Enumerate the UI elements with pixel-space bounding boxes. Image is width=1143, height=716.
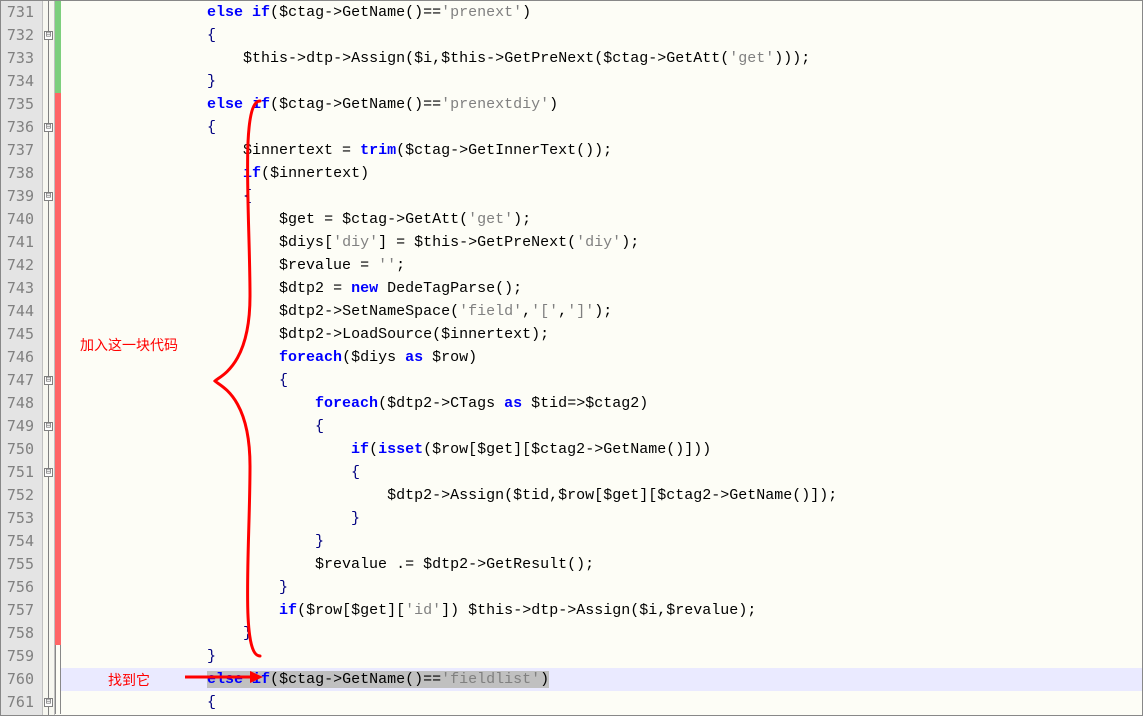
code-line[interactable]: {	[61, 461, 1142, 484]
code-line[interactable]: else if($ctag->GetName()=='fieldlist')	[61, 668, 1142, 691]
line-number: 760	[1, 668, 34, 691]
code-line[interactable]: }	[61, 645, 1142, 668]
line-number: 757	[1, 599, 34, 622]
code-area[interactable]: else if($ctag->GetName()=='prenext') { $…	[61, 1, 1142, 715]
line-number: 731	[1, 1, 34, 24]
fold-toggle-icon[interactable]: ⊟	[44, 376, 53, 385]
code-line[interactable]: else if($ctag->GetName()=='prenextdiy')	[61, 93, 1142, 116]
line-number: 750	[1, 438, 34, 461]
code-editor[interactable]: 7317327337347357367377387397407417427437…	[0, 0, 1143, 716]
line-number: 743	[1, 277, 34, 300]
line-number: 732	[1, 24, 34, 47]
fold-column[interactable]: ⊟ ⊟ ⊟ ⊟ ⊟ ⊟ ⊟	[43, 1, 55, 715]
line-number: 734	[1, 70, 34, 93]
line-number: 747	[1, 369, 34, 392]
code-line[interactable]: }	[61, 576, 1142, 599]
line-number: 735	[1, 93, 34, 116]
code-line[interactable]: {	[61, 24, 1142, 47]
code-line[interactable]: }	[61, 530, 1142, 553]
code-line[interactable]: $this->dtp->Assign($i,$this->GetPreNext(…	[61, 47, 1142, 70]
code-line[interactable]: $dtp2 = new DedeTagParse();	[61, 277, 1142, 300]
line-number: 739	[1, 185, 34, 208]
line-number: 736	[1, 116, 34, 139]
line-number: 754	[1, 530, 34, 553]
fold-toggle-icon[interactable]: ⊟	[44, 468, 53, 477]
line-number: 733	[1, 47, 34, 70]
line-number: 745	[1, 323, 34, 346]
code-line[interactable]: else if($ctag->GetName()=='prenext')	[61, 1, 1142, 24]
line-number: 738	[1, 162, 34, 185]
code-line[interactable]: $innertext = trim($ctag->GetInnerText())…	[61, 139, 1142, 162]
selection: else if($ctag->GetName()=='fieldlist')	[207, 671, 549, 688]
code-line[interactable]: $dtp2->LoadSource($innertext);	[61, 323, 1142, 346]
code-line[interactable]: {	[61, 116, 1142, 139]
line-number: 755	[1, 553, 34, 576]
line-number: 749	[1, 415, 34, 438]
line-number: 748	[1, 392, 34, 415]
code-line[interactable]: {	[61, 691, 1142, 714]
code-line[interactable]: }	[61, 622, 1142, 645]
code-line[interactable]: foreach($diys as $row)	[61, 346, 1142, 369]
code-line[interactable]: $dtp2->SetNameSpace('field','[',']');	[61, 300, 1142, 323]
code-line[interactable]: $get = $ctag->GetAtt('get');	[61, 208, 1142, 231]
code-line[interactable]: if($innertext)	[61, 162, 1142, 185]
fold-toggle-icon[interactable]: ⊟	[44, 698, 53, 707]
line-number: 737	[1, 139, 34, 162]
fold-toggle-icon[interactable]: ⊟	[44, 422, 53, 431]
line-number: 746	[1, 346, 34, 369]
line-number: 751	[1, 461, 34, 484]
code-line[interactable]: $revalue = '';	[61, 254, 1142, 277]
code-line[interactable]: if(isset($row[$get][$ctag2->GetName()]))	[61, 438, 1142, 461]
code-line[interactable]: }	[61, 70, 1142, 93]
line-number: 741	[1, 231, 34, 254]
code-line[interactable]: $revalue .= $dtp2->GetResult();	[61, 553, 1142, 576]
code-line[interactable]: {	[61, 369, 1142, 392]
code-line[interactable]: foreach($dtp2->CTags as $tid=>$ctag2)	[61, 392, 1142, 415]
fold-toggle-icon[interactable]: ⊟	[44, 123, 53, 132]
code-line[interactable]: }	[61, 507, 1142, 530]
fold-toggle-icon[interactable]: ⊟	[44, 192, 53, 201]
code-line[interactable]: if($row[$get]['id']) $this->dtp->Assign(…	[61, 599, 1142, 622]
line-number: 742	[1, 254, 34, 277]
line-number-gutter: 7317327337347357367377387397407417427437…	[1, 1, 43, 715]
code-line[interactable]: {	[61, 185, 1142, 208]
line-number: 744	[1, 300, 34, 323]
line-number: 758	[1, 622, 34, 645]
find-it-label: 找到它	[108, 670, 150, 690]
add-block-label: 加入这一块代码	[80, 335, 178, 355]
code-line[interactable]: $diys['diy'] = $this->GetPreNext('diy');	[61, 231, 1142, 254]
line-number: 753	[1, 507, 34, 530]
line-number: 740	[1, 208, 34, 231]
line-number: 756	[1, 576, 34, 599]
fold-toggle-icon[interactable]: ⊟	[44, 31, 53, 40]
line-number: 761	[1, 691, 34, 714]
line-number: 752	[1, 484, 34, 507]
line-number: 759	[1, 645, 34, 668]
code-line[interactable]: $dtp2->Assign($tid,$row[$get][$ctag2->Ge…	[61, 484, 1142, 507]
code-line[interactable]: {	[61, 415, 1142, 438]
